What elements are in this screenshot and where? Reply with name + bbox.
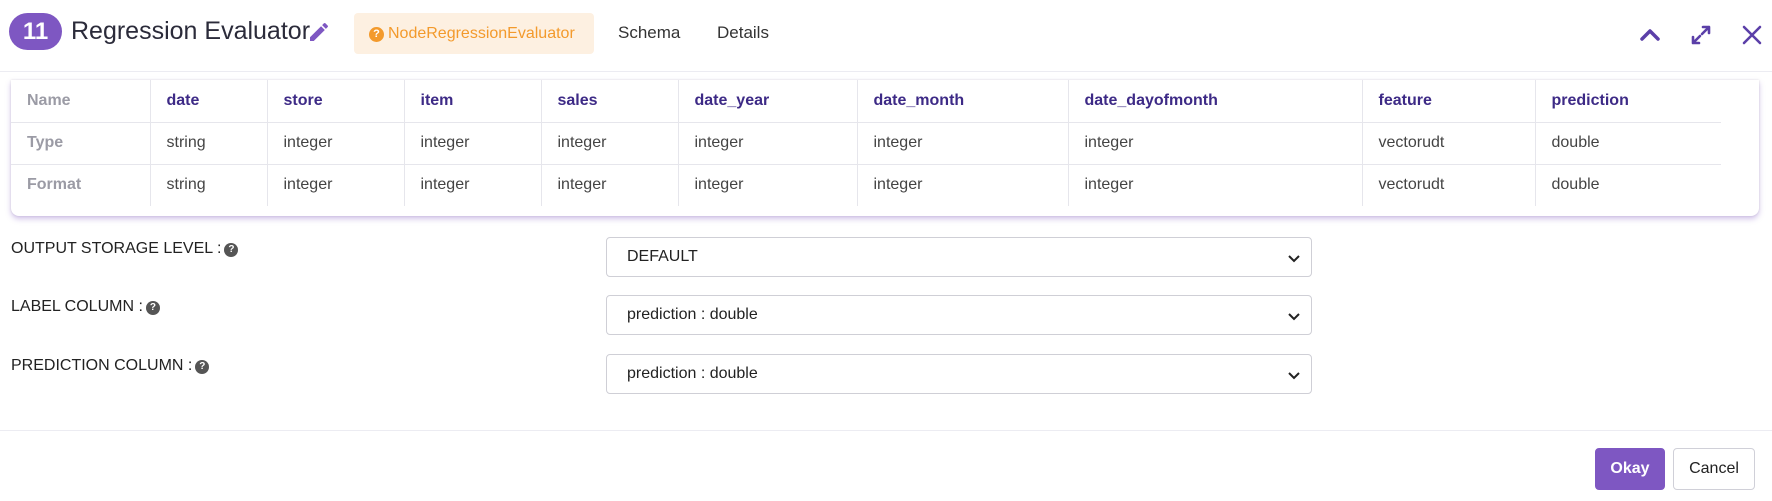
output-storage-level-select[interactable]: DEFAULT [606, 237, 1312, 277]
column-name: date_dayofmonth [1068, 80, 1363, 123]
prediction-column-select[interactable]: prediction : double [606, 354, 1312, 394]
schema-card: Name date store item sales date_year dat… [11, 80, 1759, 216]
column-name: prediction [1535, 80, 1721, 123]
prediction-column-value: prediction : double [627, 365, 758, 382]
column-name: date_month [857, 80, 1069, 123]
pencil-icon[interactable] [307, 20, 331, 44]
dialog-title: Regression Evaluator [71, 17, 311, 45]
label-column-value: prediction : double [627, 306, 758, 323]
column-name: store [267, 80, 405, 123]
help-icon[interactable]: ? [195, 360, 210, 374]
chevron-down-icon [1288, 372, 1300, 380]
row-header-format: Format [11, 164, 151, 206]
close-icon[interactable] [1739, 22, 1765, 48]
expand-icon[interactable] [1688, 22, 1714, 48]
column-name: date_year [678, 80, 858, 123]
column-format: integer [404, 164, 542, 206]
column-type: vectorudt [1362, 122, 1536, 165]
question-icon: ? [369, 27, 384, 42]
chevron-up-icon[interactable] [1637, 22, 1663, 48]
column-format: string [150, 164, 268, 206]
chevron-down-icon [1288, 313, 1300, 321]
column-name: sales [541, 80, 679, 123]
schema-table: Name date store item sales date_year dat… [11, 80, 1721, 206]
output-storage-level-label: OUTPUT STORAGE LEVEL :? [11, 239, 239, 259]
column-type: integer [404, 122, 542, 165]
output-storage-level-value: DEFAULT [627, 248, 698, 265]
column-format: vectorudt [1362, 164, 1536, 206]
help-icon[interactable]: ? [145, 301, 160, 315]
column-format: integer [541, 164, 679, 206]
column-type: integer [541, 122, 679, 165]
column-type: integer [857, 122, 1069, 165]
column-format: integer [267, 164, 405, 206]
column-type: string [150, 122, 268, 165]
prediction-column-label: PREDICTION COLUMN :? [11, 356, 210, 376]
label-column-text: LABEL COLUMN : [11, 298, 143, 315]
tab-details[interactable]: Details [717, 22, 769, 44]
output-storage-level-text: OUTPUT STORAGE LEVEL : [11, 240, 222, 257]
column-name: feature [1362, 80, 1536, 123]
row-header-name: Name [11, 80, 151, 123]
column-type: double [1535, 122, 1721, 165]
node-type-label: NodeRegressionEvaluator [388, 25, 575, 42]
node-number-badge: 11 [9, 13, 62, 50]
tab-schema[interactable]: Schema [618, 22, 680, 44]
footer-divider [0, 430, 1772, 431]
column-format: integer [857, 164, 1069, 206]
help-icon[interactable]: ? [224, 243, 239, 257]
column-name: date [150, 80, 268, 123]
column-name: item [404, 80, 542, 123]
schema-row-format: Format string integer integer integer in… [11, 164, 1721, 206]
label-column-select[interactable]: prediction : double [606, 295, 1312, 335]
dialog-header: 11 Regression Evaluator ? NodeRegressionE… [0, 0, 1772, 72]
label-column-label: LABEL COLUMN :? [11, 297, 160, 317]
row-header-type: Type [11, 122, 151, 165]
schema-row-name: Name date store item sales date_year dat… [11, 80, 1721, 123]
node-type-badge[interactable]: ? NodeRegressionEvaluator [354, 13, 594, 54]
column-format: integer [1068, 164, 1363, 206]
schema-row-type: Type string integer integer integer inte… [11, 122, 1721, 165]
column-type: integer [267, 122, 405, 165]
chevron-down-icon [1288, 255, 1300, 263]
column-format: integer [678, 164, 858, 206]
column-format: double [1551, 176, 1600, 194]
column-type: integer [1068, 122, 1363, 165]
cancel-button[interactable]: Cancel [1673, 448, 1755, 490]
okay-button[interactable]: Okay [1595, 448, 1665, 490]
column-type: integer [678, 122, 858, 165]
prediction-column-text: PREDICTION COLUMN : [11, 357, 193, 374]
